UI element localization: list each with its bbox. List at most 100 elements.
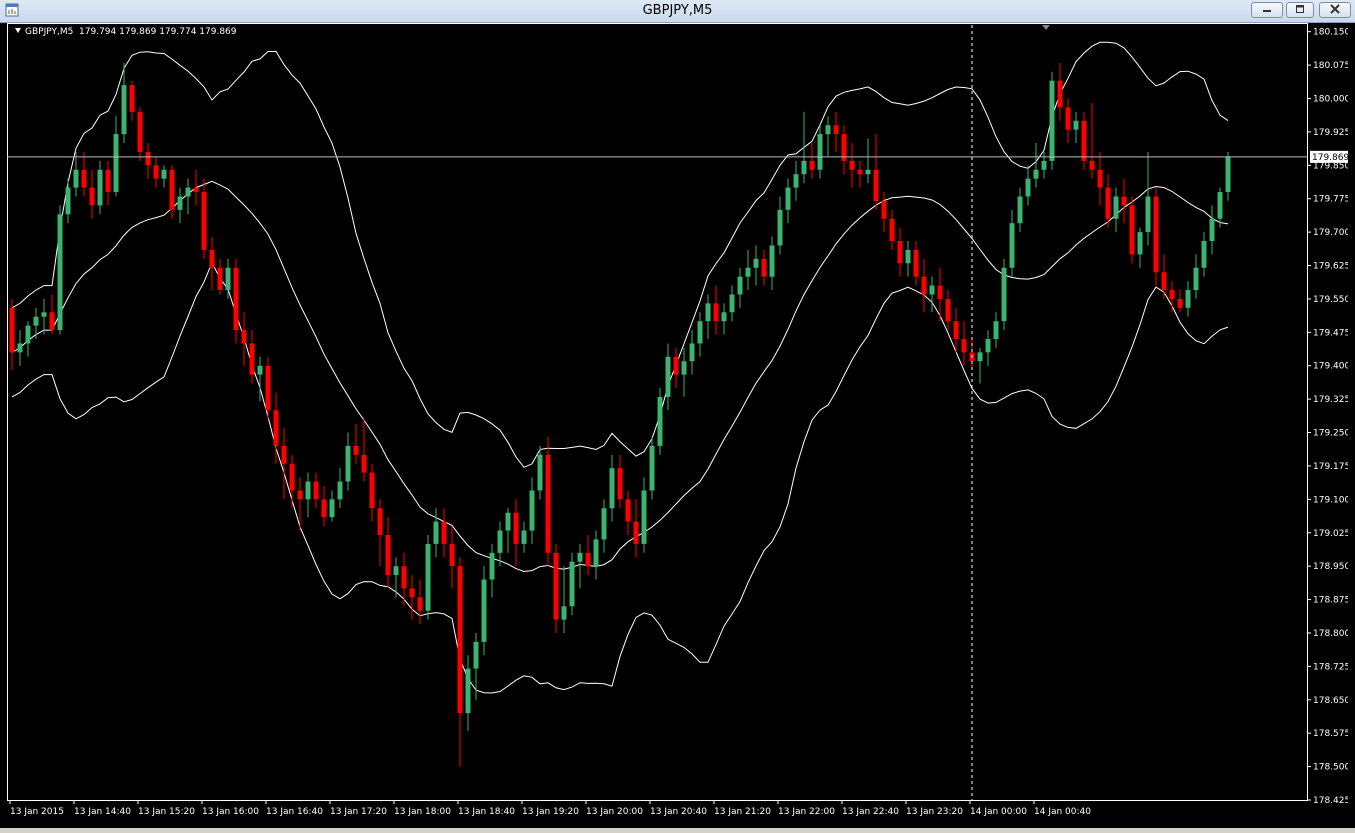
candle-body [449, 543, 455, 567]
candle-body [585, 552, 591, 567]
candle-body [617, 468, 623, 500]
y-tick-label: 178.650 [1313, 696, 1348, 706]
candle-body [657, 396, 663, 446]
candle-body [457, 566, 463, 714]
candle-body [409, 588, 415, 598]
y-tick-label: 179.625 [1313, 262, 1348, 272]
y-tick-label: 179.400 [1313, 362, 1348, 372]
candle-body [233, 267, 239, 331]
candle-body [417, 597, 423, 611]
candle-body [553, 552, 559, 620]
candle-body [865, 169, 871, 175]
candle-body [281, 445, 287, 464]
candle-body [1129, 205, 1135, 255]
candle-body [521, 530, 527, 544]
candle-body [489, 552, 495, 580]
candle-body [593, 539, 599, 567]
candle-body [737, 276, 743, 295]
candle-body [1001, 267, 1007, 322]
x-tick-label: 13 Jan 16:40 [266, 807, 323, 817]
candle-body [1225, 156, 1231, 193]
candle-body [937, 285, 943, 299]
candle-body [1145, 196, 1151, 233]
candle-body [1209, 218, 1215, 242]
candle-body [225, 267, 231, 291]
candle-body [97, 169, 103, 206]
y-tick-label: 179.325 [1313, 395, 1348, 405]
candle-body [1177, 298, 1183, 308]
candle-body [129, 85, 135, 112]
x-tick-label: 13 Jan 15:20 [138, 807, 195, 817]
candle-body [465, 668, 471, 714]
candle-body [537, 454, 543, 491]
candle-body [921, 276, 927, 295]
x-tick-label: 13 Jan 14:40 [74, 807, 131, 817]
maximize-icon [1296, 5, 1304, 13]
minimize-button[interactable] [1251, 2, 1283, 18]
y-tick-label: 180.075 [1313, 61, 1348, 71]
candle-body [1201, 241, 1207, 268]
candle-body [993, 321, 999, 340]
x-tick-label: 13 Jan 18:40 [458, 807, 515, 817]
chart-area[interactable]: 180.150 180.075 180.000 179.925 179.850 179.7… [7, 23, 1348, 828]
candle-body [137, 111, 143, 152]
x-tick-label: 13 Jan 20:00 [586, 807, 643, 817]
candle-body [185, 187, 191, 197]
candle-body [369, 472, 375, 509]
y-tick-label: 178.875 [1313, 596, 1348, 606]
candle-body [649, 445, 655, 491]
price-chart[interactable]: 180.150180.075180.000179.925179.850179.7… [7, 23, 1348, 828]
candle-body [849, 160, 855, 170]
candle-body [73, 169, 79, 188]
maximize-button[interactable] [1286, 2, 1314, 18]
candle-body [1161, 272, 1167, 291]
candle-body [313, 481, 319, 500]
candle-body [41, 312, 47, 317]
candle-body [433, 521, 439, 544]
candle-body [825, 125, 831, 135]
candle-body [9, 307, 15, 353]
candle-body [145, 151, 151, 166]
candle-body [529, 490, 535, 531]
candle-body [897, 241, 903, 264]
candle-body [305, 481, 311, 500]
close-button[interactable] [1319, 2, 1351, 18]
x-tick-label: 14 Jan 00:00 [970, 807, 1027, 817]
dropdown-arrow-icon[interactable] [15, 28, 21, 33]
candle-body [1105, 187, 1111, 219]
candle-body [105, 169, 111, 193]
y-tick-label: 178.425 [1313, 796, 1348, 806]
y-tick-label: 179.925 [1313, 128, 1348, 138]
candle-body [393, 566, 399, 576]
candle-body [601, 508, 607, 540]
candle-body [873, 169, 879, 201]
candle-body [169, 169, 175, 210]
candle-body [385, 534, 391, 576]
candle-body [641, 490, 647, 544]
candle-body [345, 445, 351, 482]
y-tick-label: 178.800 [1313, 629, 1348, 639]
candle-body [777, 209, 783, 246]
y-tick-label: 179.175 [1313, 462, 1348, 472]
y-tick-label: 178.950 [1313, 562, 1348, 572]
candle-body [905, 249, 911, 264]
window-titlebar[interactable]: GBPJPY,M5 [0, 0, 1355, 23]
candle-body [785, 187, 791, 210]
candle-body [17, 343, 23, 353]
x-tick-label: 13 Jan 21:20 [714, 807, 771, 817]
x-tick-label: 13 Jan 17:20 [330, 807, 387, 817]
candle-body [1137, 232, 1143, 255]
x-tick-label: 13 Jan 22:00 [778, 807, 835, 817]
candle-body [729, 294, 735, 313]
candle-body [577, 552, 583, 562]
y-tick-label: 180.150 [1313, 28, 1348, 38]
candle-body [1049, 80, 1055, 161]
y-tick-label: 178.725 [1313, 662, 1348, 672]
y-tick-label: 179.700 [1313, 228, 1348, 238]
candle-body [1041, 160, 1047, 170]
candle-body [633, 521, 639, 544]
candle-body [769, 245, 775, 277]
candle-body [201, 192, 207, 250]
x-tick-label: 13 Jan 23:20 [906, 807, 963, 817]
candle-body [817, 134, 823, 170]
